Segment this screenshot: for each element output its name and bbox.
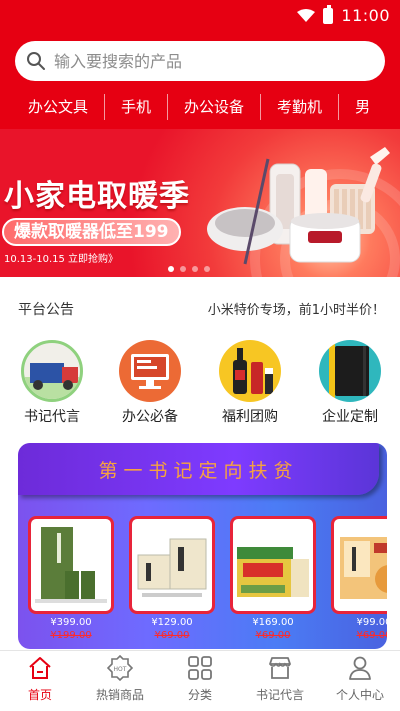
announcement-label: 平台公告 <box>18 302 74 318</box>
product-price: ¥99.00 <box>356 617 388 628</box>
product-card[interactable]: ¥129.00 ¥69.00 <box>129 516 215 649</box>
category-tab[interactable]: 男 <box>339 94 386 120</box>
carousel-dot[interactable] <box>204 266 210 272</box>
quick-entry-office[interactable]: 办公必备 <box>100 340 200 430</box>
product-price: ¥129.00 <box>151 617 193 628</box>
appliances-illustration <box>207 147 390 265</box>
product-image <box>230 516 316 614</box>
notebook-icon <box>319 340 381 402</box>
person-icon <box>349 656 371 680</box>
tab-secretary[interactable]: 书记代言 <box>240 655 320 710</box>
computer-icon <box>119 340 181 402</box>
product-card[interactable]: ¥99.00 ¥69.00 <box>331 516 387 649</box>
tab-hot-products[interactable]: HOT 热销商品 <box>80 655 160 710</box>
carousel-dot[interactable] <box>168 266 174 272</box>
section-header: 第一书记定向扶贫 <box>18 443 379 495</box>
carousel-dot[interactable] <box>180 266 186 272</box>
product-image <box>28 516 114 614</box>
category-tab[interactable]: 办公设备 <box>168 94 262 120</box>
product-original-price: ¥69.00 <box>154 630 190 641</box>
product-original-price: ¥69.00 <box>255 630 291 641</box>
product-image <box>129 516 215 614</box>
store-icon <box>269 657 291 679</box>
category-tab[interactable]: 办公文具 <box>0 94 106 120</box>
quick-entry-label: 企业定制 <box>322 409 378 425</box>
quick-entry-secretary[interactable]: 书记代言 <box>2 340 102 430</box>
tab-label: 热销商品 <box>95 688 144 702</box>
poverty-alleviation-section: 第一书记定向扶贫 ¥399.00 ¥199.00 ¥129.00 ¥69.00 … <box>18 443 387 649</box>
product-original-price: ¥199.00 <box>50 630 92 641</box>
quick-entry-group-buy[interactable]: 福利团购 <box>200 340 300 430</box>
svg-text:HOT: HOT <box>114 666 127 673</box>
product-price: ¥399.00 <box>50 617 92 628</box>
bottles-icon <box>219 340 281 402</box>
truck-icon <box>21 340 83 402</box>
status-time: 11:00 <box>341 6 390 25</box>
tab-label: 分类 <box>187 688 212 702</box>
banner-subtitle: 爆款取暖器低至199 <box>2 218 181 246</box>
status-bar: 11:00 <box>0 0 400 32</box>
category-tab[interactable]: 考勤机 <box>261 94 340 120</box>
product-image <box>331 516 387 614</box>
carousel-indicator <box>168 266 210 272</box>
quick-entry-label: 办公必备 <box>122 409 178 425</box>
announcement-message[interactable]: 小米特价专场，前1小时半价！ <box>208 299 385 318</box>
promo-banner-carousel[interactable]: 小家电取暖季 爆款取暖器低至199 10.13-10.15 立即抢购》 <box>0 129 400 277</box>
search-icon <box>27 52 45 70</box>
quick-entry-custom[interactable]: 企业定制 <box>300 340 400 430</box>
banner-title: 小家电取暖季 <box>4 179 190 214</box>
carousel-dot[interactable] <box>192 266 198 272</box>
product-price: ¥169.00 <box>252 617 294 628</box>
quick-entry-label: 书记代言 <box>24 409 80 425</box>
product-original-price: ¥69.00 <box>356 630 388 641</box>
tab-label: 首页 <box>27 688 52 702</box>
category-tab[interactable]: 手机 <box>105 94 169 120</box>
home-icon <box>29 657 51 679</box>
header: 办公文具 手机 办公设备 考勤机 男 <box>0 32 400 129</box>
product-card[interactable]: ¥169.00 ¥69.00 <box>230 516 316 649</box>
search-bar[interactable] <box>15 41 385 81</box>
bottom-tab-bar: 首页 HOT 热销商品 分类 书记代言 个人中心 <box>0 650 400 711</box>
tab-profile[interactable]: 个人中心 <box>320 655 400 710</box>
announcement-bar[interactable]: 平台公告 小米特价专场，前1小时半价！ <box>0 291 400 327</box>
hot-badge-icon: HOT <box>107 655 133 681</box>
banner-date: 10.13-10.15 立即抢购》 <box>4 254 119 265</box>
tab-label: 书记代言 <box>255 688 304 702</box>
category-bar: 办公文具 手机 办公设备 考勤机 男 <box>0 89 400 125</box>
app-screen: 11:00 办公文具 手机 办公设备 考勤机 男 <box>0 0 400 711</box>
product-carousel[interactable]: ¥399.00 ¥199.00 ¥129.00 ¥69.00 ¥169.00 ¥… <box>28 516 387 649</box>
grid-icon <box>188 656 212 680</box>
tab-label: 个人中心 <box>335 688 384 702</box>
search-input[interactable] <box>54 51 354 71</box>
quick-entry-label: 福利团购 <box>222 409 278 425</box>
product-card[interactable]: ¥399.00 ¥199.00 <box>28 516 114 649</box>
tab-home[interactable]: 首页 <box>0 655 80 710</box>
quick-entry-grid: 书记代言 办公必备 福利团购 企业定制 <box>0 340 400 430</box>
battery-icon <box>323 4 334 24</box>
tab-category[interactable]: 分类 <box>160 655 240 710</box>
section-title: 第一书记定向扶贫 <box>98 459 299 482</box>
wifi-icon <box>297 8 316 22</box>
